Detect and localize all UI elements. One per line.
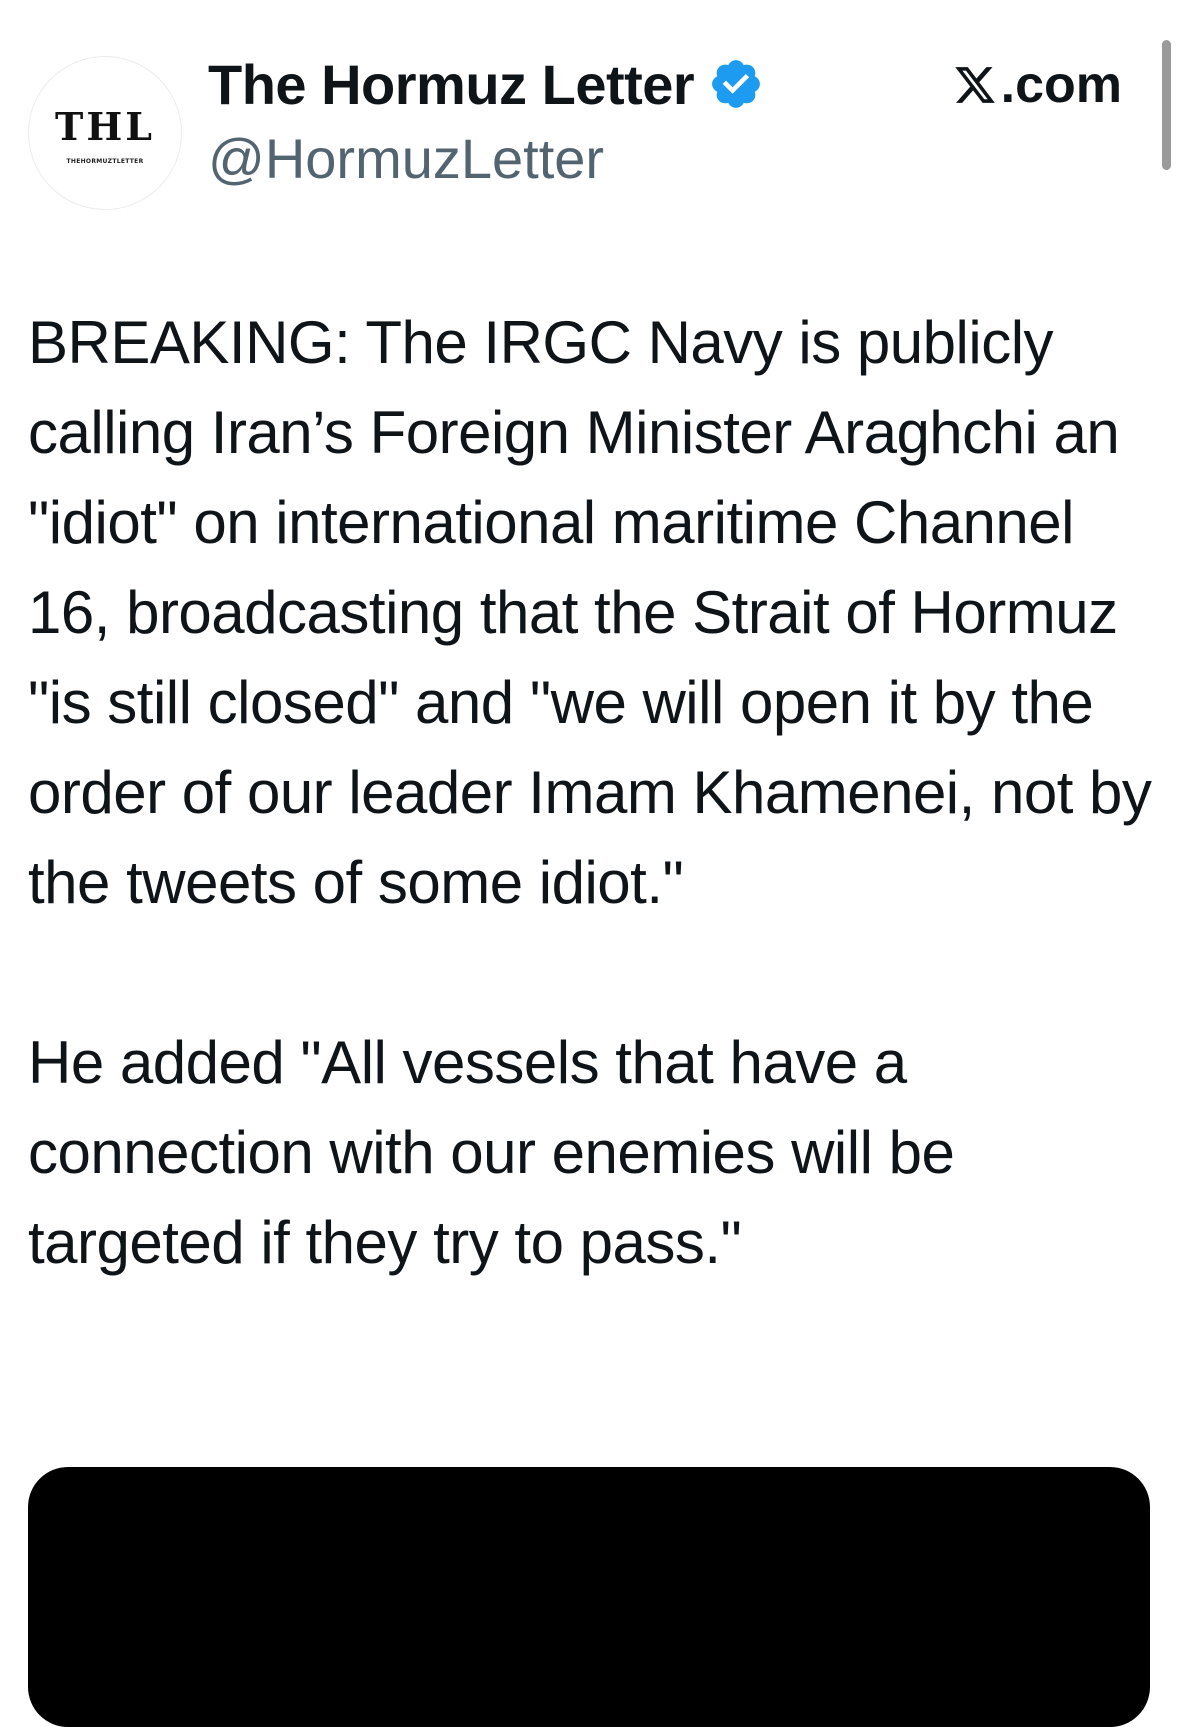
author-handle[interactable]: @HormuzLetter [208,126,604,191]
tweet-media[interactable] [28,1467,1150,1727]
author-name-row: The Hormuz Letter [208,48,764,120]
avatar-logo-text: THL [55,103,155,149]
verified-badge-icon [712,60,761,108]
scrollbar[interactable] [1162,40,1171,170]
author-display-name[interactable]: The Hormuz Letter [208,52,695,117]
tweet-text: BREAKING: The IRGC Navy is publicly call… [28,298,1158,1288]
source-label: .com [1000,56,1122,114]
avatar-logo-subtext: THEHORMUZTLETTER [66,157,144,165]
source-site: .com [953,50,1122,120]
avatar[interactable]: THL THEHORMUZTLETTER [28,56,182,210]
x-logo-icon [954,67,995,103]
tweet-paragraph: BREAKING: The IRGC Navy is publicly call… [28,309,1152,916]
tweet-paragraph: He added "All vessels that have a connec… [28,1029,955,1276]
